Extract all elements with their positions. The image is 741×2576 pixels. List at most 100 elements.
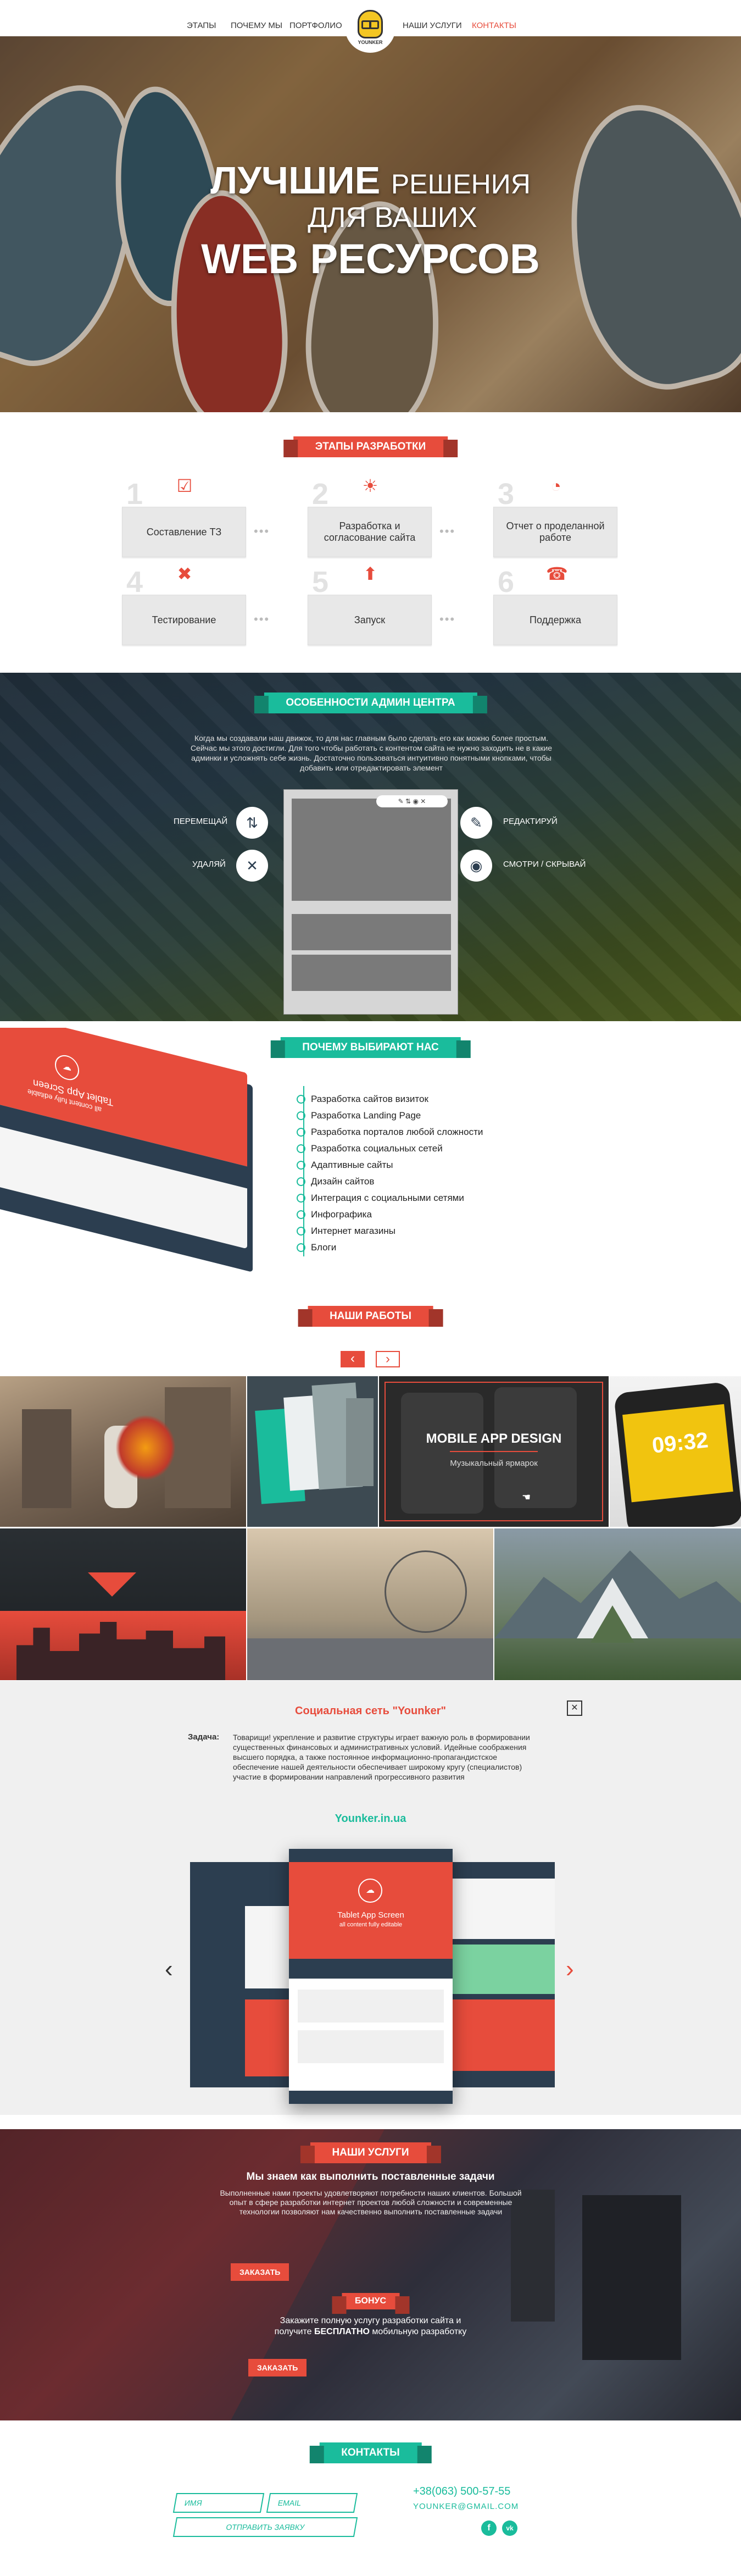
name-field[interactable]: ИМЯ (172, 2493, 265, 2513)
step-number: 5 (312, 566, 329, 599)
work-detail-panel: ✕ Социальная сеть "Younker" Задача: Това… (0, 1681, 741, 2115)
task-text: Товарищи! укрепление и развитие структур… (233, 1733, 530, 1781)
delete-label: УДАЛЯЙ (192, 860, 226, 869)
submit-button[interactable]: ОТПРАВИТЬ ЗАЯВКУ (172, 2517, 358, 2537)
work-tile-mountains[interactable] (494, 1528, 741, 1680)
nav-link-stages[interactable]: ЭТАПЫ (187, 21, 216, 30)
vk-icon[interactable]: vk (502, 2520, 517, 2536)
mockup-toolbar: ✎ ⇅ ◉ ✕ (376, 795, 448, 807)
nav-link-services[interactable]: НАШИ УСЛУГИ (403, 21, 462, 30)
why-mockup-wrap: ☁ Tablet App Screen all content fully ed… (0, 1028, 264, 1281)
step-label: Запуск (354, 614, 386, 625)
detail-mock-sub: all content fully editable (339, 1921, 403, 1928)
work-tile-app-screens[interactable] (247, 1376, 378, 1527)
step-number: 2 (312, 478, 329, 511)
why-list-item: Разработка Landing Page (296, 1110, 421, 1121)
why-title: ПОЧЕМУ ВЫБИРАЮТ НАС (280, 1037, 461, 1058)
mockup-content-block (292, 955, 451, 991)
lightbulb-icon: ☀ (362, 476, 378, 496)
admin-mockup: ✎ ⇅ ◉ ✕ (283, 789, 458, 1015)
bonus-text-2: получите БЕСПЛАТНО мобильную разработку (274, 2327, 467, 2336)
email-field[interactable]: EMAIL (266, 2493, 358, 2513)
view-hide-label: СМОТРИ / СКРЫВАЙ (503, 860, 586, 869)
side-screen-left (190, 1862, 298, 2087)
task-label: Задача: (188, 1732, 220, 1742)
edit-icon[interactable]: ✎ (460, 807, 492, 839)
works-next-button[interactable]: › (376, 1351, 400, 1367)
project-link[interactable]: Younker.in.ua (0, 1813, 741, 1825)
delete-icon[interactable]: ✕ (236, 850, 268, 882)
order-button-2[interactable]: ЗАКАЗАТЬ (248, 2359, 307, 2376)
step-connector: ••• (254, 612, 270, 626)
step-label: Разработка и согласование сайта (324, 520, 416, 543)
mockup-content-block (292, 914, 451, 950)
mockup-cloud-icon: ☁ (358, 1879, 382, 1903)
why-list-item: Интеграция с социальными сетями (297, 1193, 464, 1203)
works-title: НАШИ РАБОТЫ (308, 1306, 433, 1327)
nav-link-why-us[interactable]: ПОЧЕМУ МЫ (231, 21, 282, 30)
step-card: Запуск (308, 595, 432, 645)
contact-phone: +38(063) 500-57-55 (413, 2485, 511, 2497)
contact-email[interactable]: YOUNKER@GMAIL.COM (413, 2502, 519, 2511)
services-subtitle: Мы знаем как выполнить поставленные зада… (246, 2171, 495, 2182)
why-list-item: Дизайн сайтов (296, 1176, 375, 1187)
work-tile-london[interactable] (247, 1528, 493, 1680)
why-list-item: Адаптивные сайты (296, 1160, 393, 1170)
work-tile-phone[interactable]: 09:32 (610, 1376, 741, 1527)
step-number: 3 (498, 478, 515, 511)
nav-link-portfolio[interactable]: ПОРТФОЛИО (289, 21, 342, 30)
hero-line1-small: РЕШЕНИЯ (391, 169, 531, 200)
cursor-icon: ☚ (522, 1492, 531, 1503)
hero-line2: ДЛЯ ВАШИХ (308, 202, 477, 234)
why-list-item: Разработка порталов любой сложности (296, 1127, 483, 1137)
nav-link-contacts[interactable]: КОНТАКТЫ (472, 21, 516, 30)
view-hide-icon[interactable]: ◉ (460, 850, 492, 882)
step-connector: ••• (254, 524, 270, 538)
side-screen-right (444, 1862, 555, 2087)
mockup-content-block (292, 799, 451, 901)
step-card: Тестирование (122, 595, 246, 645)
rocket-icon: ⬆ (363, 564, 378, 584)
clock-icon: ◔ (550, 476, 561, 496)
step-connector: ••• (439, 612, 456, 626)
services-text: Выполненные нами проекты удовлетворяют п… (220, 2189, 522, 2216)
why-list-item: Инфографика (297, 1209, 372, 1220)
step-label: Тестирование (152, 614, 216, 625)
step-label: Поддержка (530, 614, 581, 625)
tools-icon: ✖ (177, 564, 192, 584)
admin-title: ОСОБЕННОСТИ АДМИН ЦЕНТРА (264, 693, 477, 713)
detail-mock-title: Tablet App Screen (337, 1910, 404, 1920)
move-label: ПЕРЕМЕЩАЙ (174, 817, 228, 826)
why-list-item: Разработка социальных сетей (297, 1143, 443, 1154)
detail-next-button[interactable]: › (566, 1955, 574, 1983)
hero-line1-big: ЛУЧШИЕ (210, 159, 381, 202)
step-number: 6 (498, 566, 515, 599)
step-card: Поддержка (493, 595, 617, 645)
admin-features-section: ОСОБЕННОСТИ АДМИН ЦЕНТРА Когда мы создав… (0, 673, 741, 1021)
move-icon[interactable]: ⇅ (236, 807, 268, 839)
work-tile-city[interactable] (0, 1376, 246, 1527)
work-tile-skyline[interactable] (0, 1528, 246, 1680)
contacts-title: КОНТАКТЫ (319, 2442, 422, 2463)
step-label: Составление ТЗ (146, 526, 222, 538)
services-section: НАШИ УСЛУГИ Мы знаем как выполнить поста… (0, 2129, 741, 2420)
logo[interactable]: YOUNKER (345, 2, 395, 53)
why-list-item: Разработка сайтов визиток (297, 1094, 428, 1104)
detail-prev-button[interactable]: ‹ (165, 1955, 173, 1983)
bonus-title: БОНУС (341, 2293, 400, 2309)
step-number: 4 (126, 566, 143, 599)
logo-text: YOUNKER (358, 40, 383, 45)
step-card: Разработка и согласование сайта (308, 507, 432, 557)
facebook-icon[interactable]: f (481, 2520, 497, 2536)
checklist-icon: ☑ (176, 476, 193, 496)
bonus-text-1: Закажите полную услугу разработки сайта … (280, 2316, 461, 2325)
admin-text: Когда мы создавали наш движок, то для на… (190, 734, 553, 772)
edit-label: РЕДАКТИРУЙ (503, 817, 558, 826)
order-button-1[interactable]: ЗАКАЗАТЬ (231, 2263, 289, 2281)
steps-title: ЭТАПЫ РАЗРАБОТКИ (293, 436, 448, 457)
step-label: Отчет о проделанной работе (506, 520, 605, 543)
works-prev-button[interactable]: ‹ (341, 1351, 365, 1367)
ferris-wheel-icon (385, 1550, 467, 1633)
step-connector: ••• (439, 524, 456, 538)
work-tile-featured[interactable]: MOBILE APP DESIGN Музыкальный ярмарок ☚ (379, 1376, 609, 1527)
